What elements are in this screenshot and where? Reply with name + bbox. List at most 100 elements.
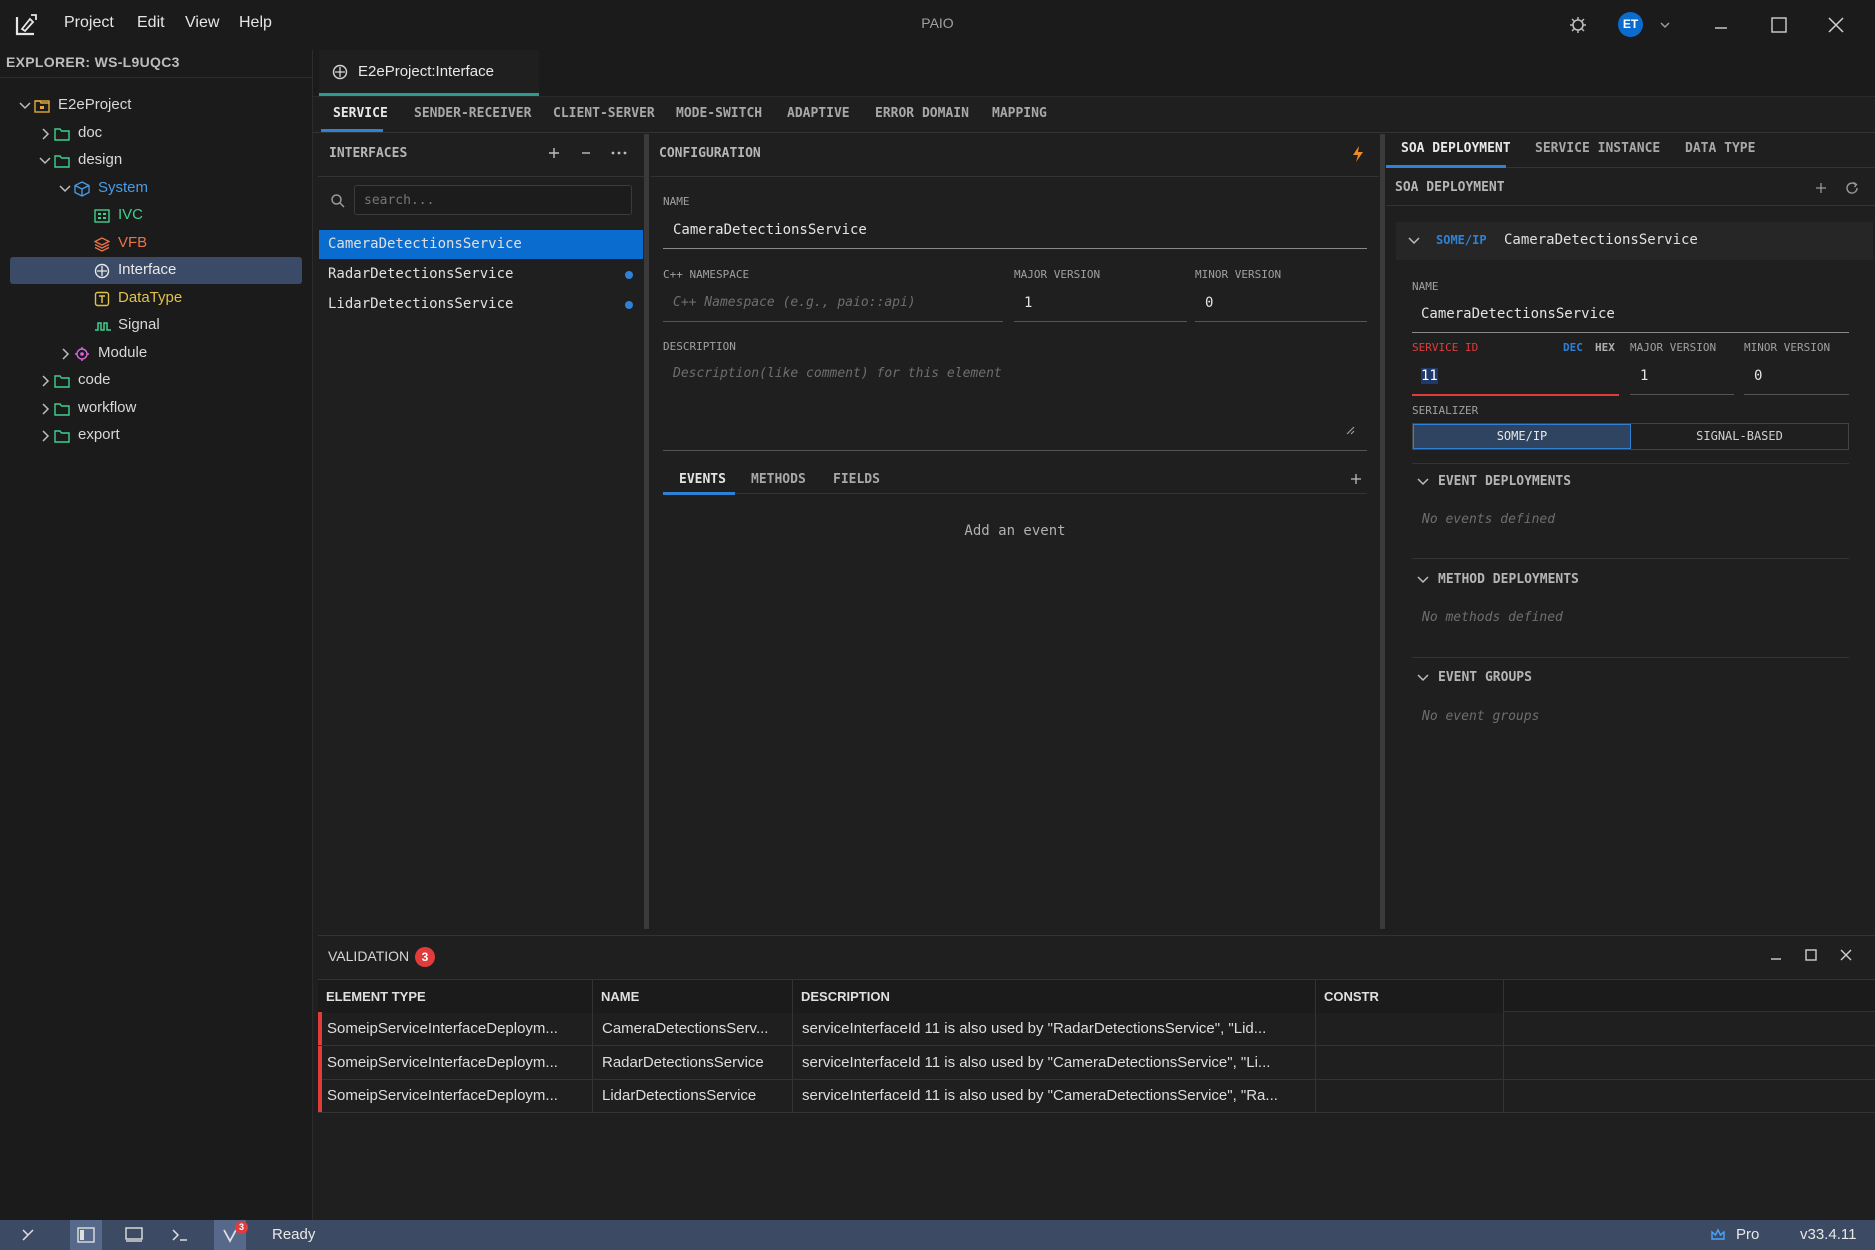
tree-item-workflow[interactable]: workflow [10,395,302,422]
chevron-down-icon[interactable] [1650,10,1680,40]
tab-events[interactable]: EVENTS [679,472,726,487]
major-version-input[interactable]: 1 [1024,295,1032,311]
close-window-button[interactable] [1821,10,1851,40]
chevron-right-icon[interactable] [38,374,52,388]
chevron-down-icon [1407,234,1421,248]
tab-error-domain[interactable]: ERROR DOMAIN [875,106,969,121]
deployment-item-header[interactable]: SOME/IP CameraDetectionsService [1396,222,1873,260]
minimize-window-button[interactable] [1706,10,1736,40]
maximize-window-button[interactable] [1764,10,1794,40]
table-row[interactable]: SomeipServiceInterfaceDeploym... CameraDe… [318,1012,1875,1046]
chevron-down-icon[interactable] [38,154,52,168]
soa-minor-version-input[interactable]: 0 [1754,368,1762,384]
add-event-button[interactable] [1349,472,1363,486]
tab-methods[interactable]: METHODS [751,472,806,487]
tree-item-code[interactable]: code [10,367,302,394]
interface-list-item[interactable]: CameraDetectionsService [319,230,643,259]
tree-item-module[interactable]: Module [10,340,302,367]
tree-item-doc[interactable]: doc [10,120,302,147]
user-avatar[interactable]: ET [1618,12,1643,37]
chevron-down-icon[interactable] [18,99,32,113]
editor-tab-interface[interactable]: E2eProject:Interface [319,50,539,96]
chevron-down-icon[interactable] [58,182,72,196]
tab-service[interactable]: SERVICE [333,106,388,121]
tab-client-server[interactable]: CLIENT-SERVER [553,106,655,121]
panel-splitter[interactable] [644,134,649,929]
app-logo-icon[interactable] [14,11,40,37]
interface-search-input[interactable] [354,185,632,215]
chevron-right-icon[interactable] [38,429,52,443]
add-interface-button[interactable] [546,145,562,161]
description-textarea[interactable]: Description(like comment) for this eleme… [673,366,1002,381]
debug-icon[interactable] [1563,10,1593,40]
column-header-element-type[interactable]: ELEMENT TYPE [318,980,593,1013]
menu-edit[interactable]: Edit [137,14,165,32]
tab-fields[interactable]: FIELDS [833,472,880,487]
event-groups-title[interactable]: EVENT GROUPS [1438,670,1532,685]
tree-item-export[interactable]: export [10,422,302,449]
serializer-someip-option[interactable]: SOME/IP [1413,424,1631,449]
version-label[interactable]: v33.4.11 [1800,1226,1856,1243]
column-header-constr[interactable]: CONSTR [1316,980,1504,1013]
tree-item-signal[interactable]: Signal [10,312,302,339]
minimize-panel-button[interactable] [1769,948,1783,962]
resize-handle-icon[interactable] [1345,425,1355,435]
serializer-signal-based-option[interactable]: SIGNAL-BASED [1631,424,1848,449]
refresh-icon[interactable] [1844,180,1860,196]
remove-interface-button[interactable] [578,145,594,161]
tab-mode-switch[interactable]: MODE-SWITCH [676,106,762,121]
add-deployment-button[interactable] [1814,181,1828,195]
soa-major-version-input[interactable]: 1 [1640,368,1648,384]
event-deployments-title[interactable]: EVENT DEPLOYMENTS [1438,474,1571,489]
maximize-panel-button[interactable] [1804,948,1818,962]
column-header-name[interactable]: NAME [593,980,793,1013]
tree-item-ivc[interactable]: IVC [10,202,302,229]
interface-list-item[interactable]: RadarDetectionsService [319,260,643,289]
remote-icon[interactable] [12,1220,44,1250]
tree-item-system[interactable]: System [10,175,302,202]
minor-version-input[interactable]: 0 [1205,295,1213,311]
menu-view[interactable]: View [185,14,219,32]
tab-adaptive[interactable]: ADAPTIVE [787,106,850,121]
toggle-sidebar-icon[interactable] [70,1220,102,1250]
chevron-right-icon[interactable] [38,127,52,141]
tree-item-design[interactable]: design [10,147,302,174]
method-deployments-title[interactable]: METHOD DEPLOYMENTS [1438,572,1579,587]
tab-sender-receiver[interactable]: SENDER-RECEIVER [414,106,531,121]
lightning-icon[interactable] [1351,145,1365,163]
tab-soa-deployment[interactable]: SOA DEPLOYMENT [1401,141,1511,156]
chevron-right-icon[interactable] [38,402,52,416]
tree-item-datatype[interactable]: DataType [10,285,302,312]
interface-list-item[interactable]: LidarDetectionsService [319,290,643,319]
table-row[interactable]: SomeipServiceInterfaceDeploym... LidarDet… [318,1079,1875,1113]
hex-toggle[interactable]: HEX [1595,341,1615,354]
tree-item-interface[interactable]: Interface [10,257,302,284]
panel-splitter[interactable] [1380,134,1385,929]
column-header-description[interactable]: DESCRIPTION [793,980,1316,1013]
menu-help[interactable]: Help [239,14,272,32]
chevron-right-icon[interactable] [58,347,72,361]
more-options-icon[interactable] [610,145,628,161]
dec-toggle[interactable]: DEC [1563,341,1583,354]
menu-project[interactable]: Project [64,14,114,32]
table-header-row: ELEMENT TYPE NAME DESCRIPTION CONSTR [318,979,1875,1013]
chevron-down-icon[interactable] [1416,671,1430,685]
name-input[interactable]: CameraDetectionsService [673,222,867,238]
tab-data-type[interactable]: DATA TYPE [1685,141,1755,156]
validation-toggle-icon[interactable]: 3 [214,1220,248,1250]
add-event-hint[interactable]: Add an event [651,523,1379,539]
plan-label[interactable]: Pro [1736,1226,1759,1243]
tab-mapping[interactable]: MAPPING [992,106,1047,121]
chevron-down-icon[interactable] [1416,475,1430,489]
chevron-down-icon[interactable] [1416,573,1430,587]
service-id-input[interactable]: 11 [1421,368,1438,384]
tab-service-instance[interactable]: SERVICE INSTANCE [1535,141,1660,156]
soa-name-input[interactable]: CameraDetectionsService [1421,306,1615,322]
namespace-input[interactable]: C++ Namespace (e.g., paio::api) [673,295,916,310]
tree-item-vfb[interactable]: VFB [10,230,302,257]
tree-item-e2eproject[interactable]: E2eProject [10,92,302,119]
terminal-icon[interactable] [164,1220,196,1250]
table-row[interactable]: SomeipServiceInterfaceDeploym... RadarDet… [318,1045,1875,1080]
close-panel-button[interactable] [1839,948,1853,962]
toggle-panel-icon[interactable] [118,1220,150,1250]
